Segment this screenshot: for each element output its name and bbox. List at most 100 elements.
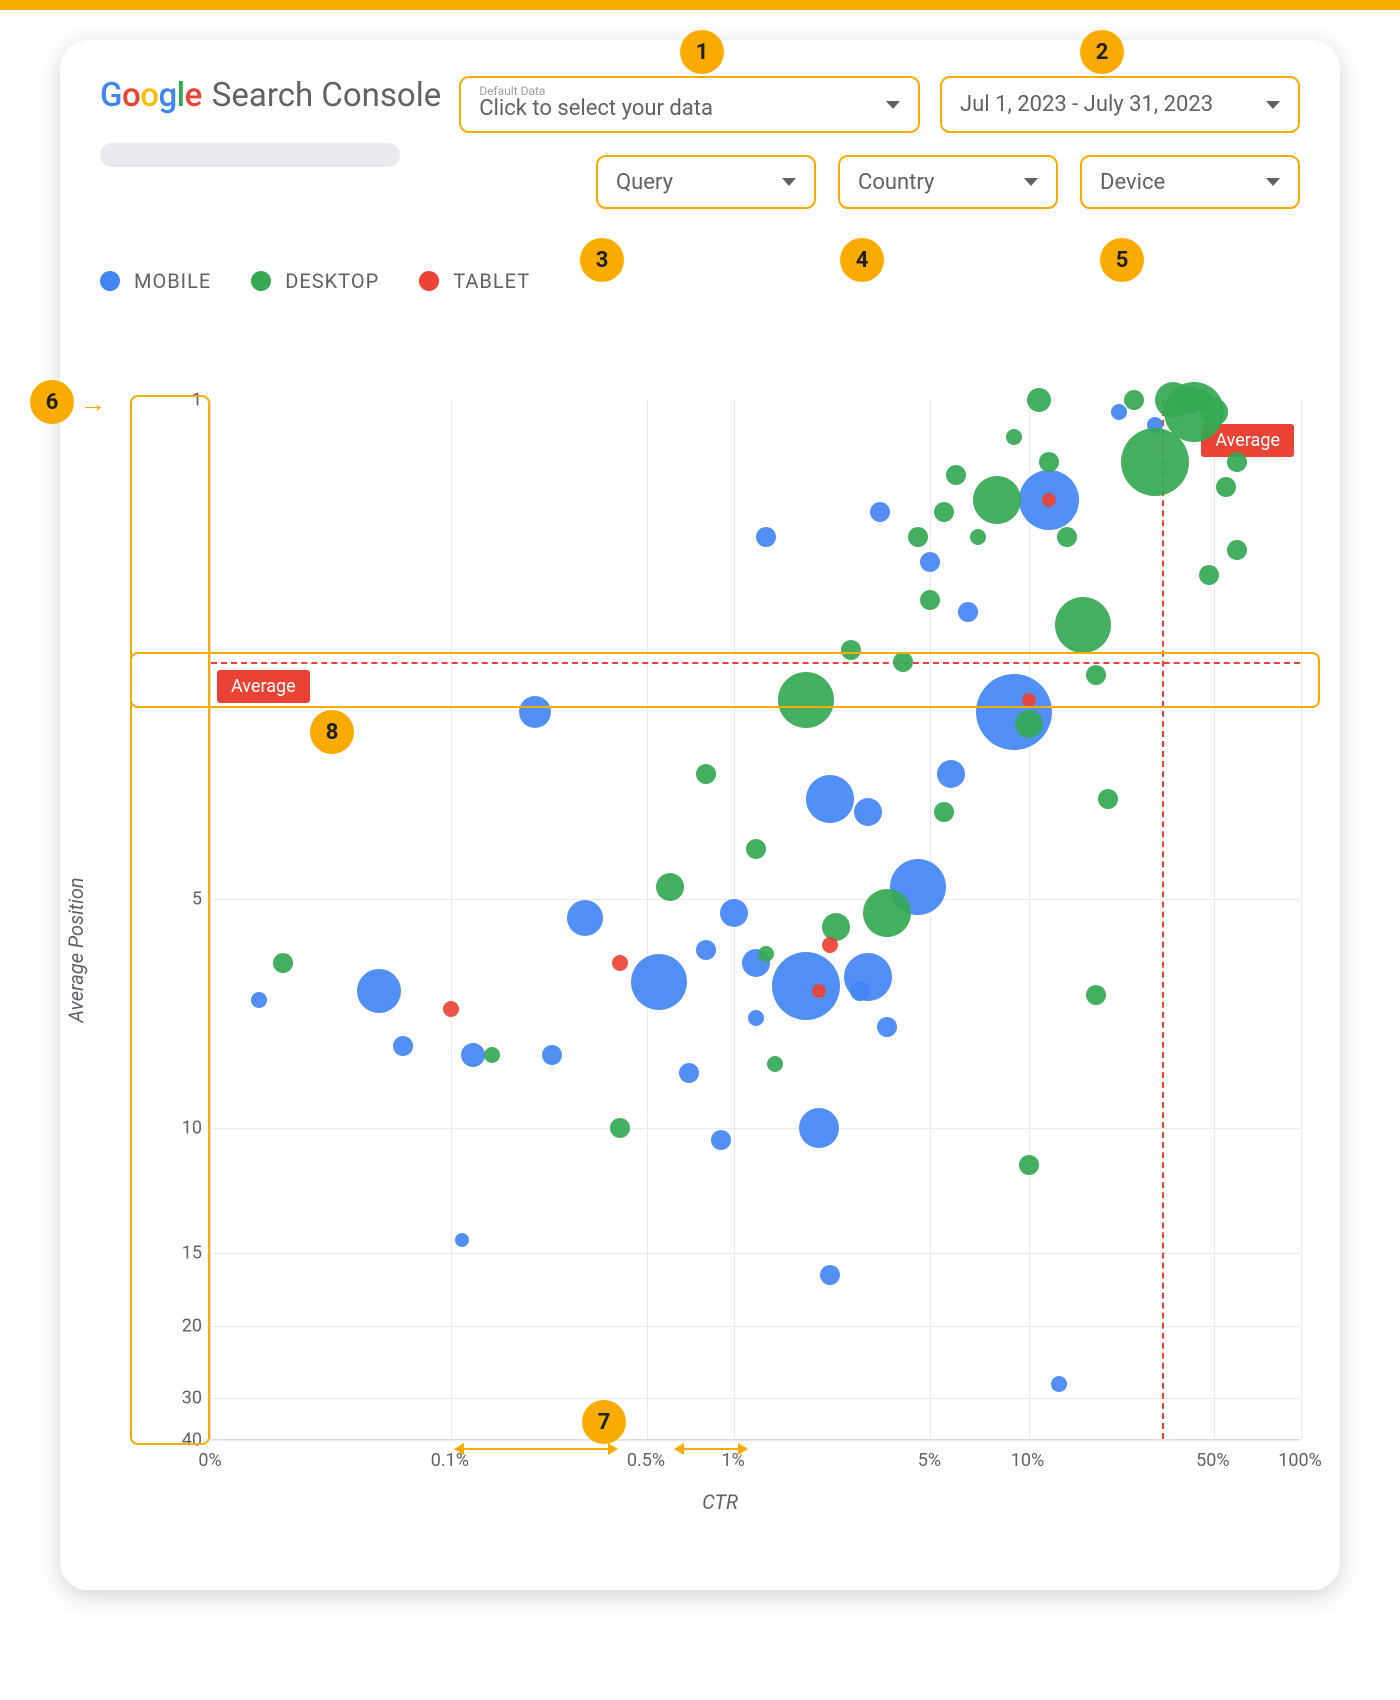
bubble-desktop[interactable] [1086, 665, 1106, 685]
callout-6: 6 [30, 380, 74, 424]
bubble-mobile[interactable] [844, 953, 892, 1001]
bubble-desktop[interactable] [484, 1047, 500, 1063]
bubble-desktop[interactable] [778, 672, 834, 728]
bubble-desktop[interactable] [822, 913, 850, 941]
bubble-mobile[interactable] [357, 969, 401, 1013]
bubble-mobile[interactable] [679, 1063, 699, 1083]
bubble-desktop[interactable] [273, 953, 293, 973]
bubble-desktop[interactable] [973, 476, 1021, 524]
bubble-mobile[interactable] [748, 1010, 764, 1026]
bubble-tablet[interactable] [822, 937, 838, 953]
report-card: Google Search Console Default Data Click… [60, 40, 1340, 1590]
bubble-desktop[interactable] [1086, 985, 1106, 1005]
avg-line-ctr [1162, 400, 1164, 1439]
bubble-desktop[interactable] [1200, 398, 1228, 426]
bubble-mobile[interactable] [958, 602, 978, 622]
callout-7-arrow-left [456, 1448, 616, 1450]
bubble-tablet[interactable] [812, 984, 826, 998]
bubble-mobile[interactable] [1051, 1376, 1067, 1392]
bubble-mobile[interactable] [799, 1108, 839, 1148]
date-range-label: Jul 1, 2023 - July 31, 2023 [960, 92, 1213, 117]
bubble-desktop[interactable] [1216, 477, 1236, 497]
bubble-mobile[interactable] [461, 1043, 485, 1067]
date-range-dropdown[interactable]: Jul 1, 2023 - July 31, 2023 [940, 76, 1300, 133]
bubble-desktop[interactable] [970, 529, 986, 545]
bubble-mobile[interactable] [854, 798, 882, 826]
bubble-desktop[interactable] [1227, 540, 1247, 560]
legend-item-mobile: MOBILE [100, 269, 211, 293]
legend-item-tablet: TABLET [419, 269, 530, 293]
callout-7: 7 [582, 1400, 626, 1444]
bubble-tablet[interactable] [1042, 493, 1056, 507]
bubble-desktop[interactable] [1039, 452, 1059, 472]
country-label: Country [858, 170, 934, 195]
bubble-mobile[interactable] [772, 952, 840, 1020]
bubble-desktop[interactable] [1006, 429, 1022, 445]
bubble-mobile[interactable] [542, 1045, 562, 1065]
google-logo: Google [100, 76, 202, 115]
bubble-desktop[interactable] [908, 527, 928, 547]
bubble-desktop[interactable] [610, 1118, 630, 1138]
x-tick: 50% [1196, 1450, 1229, 1471]
bubble-mobile[interactable] [920, 552, 940, 572]
bubble-mobile[interactable] [393, 1036, 413, 1056]
bubble-desktop[interactable] [934, 502, 954, 522]
bubble-desktop[interactable] [758, 946, 774, 962]
device-dropdown[interactable]: Device [1080, 155, 1300, 209]
bubble-desktop[interactable] [920, 590, 940, 610]
legend-label-tablet: TABLET [453, 269, 530, 293]
top-accent-bar [0, 0, 1400, 10]
bubble-mobile[interactable] [696, 940, 716, 960]
bubble-desktop[interactable] [946, 465, 966, 485]
gridline-h [211, 1128, 1300, 1129]
bubble-desktop[interactable] [767, 1056, 783, 1072]
bubble-desktop[interactable] [746, 839, 766, 859]
bubble-mobile[interactable] [631, 954, 687, 1010]
bubble-mobile[interactable] [937, 760, 965, 788]
bubble-desktop[interactable] [1015, 710, 1043, 738]
product-name: Search Console [212, 76, 441, 115]
bubble-mobile[interactable] [877, 1017, 897, 1037]
bubble-mobile[interactable] [251, 992, 267, 1008]
bubble-desktop[interactable] [1098, 789, 1118, 809]
bubble-desktop[interactable] [1027, 388, 1051, 412]
bubble-desktop[interactable] [863, 889, 911, 937]
x-tick: 10% [1011, 1450, 1044, 1471]
bubble-desktop[interactable] [1055, 597, 1111, 653]
bubble-desktop[interactable] [841, 640, 861, 660]
x-tick: 0% [198, 1450, 221, 1471]
country-dropdown[interactable]: Country [838, 155, 1058, 209]
bubble-desktop[interactable] [656, 873, 684, 901]
legend-item-desktop: DESKTOP [251, 269, 379, 293]
bubble-desktop[interactable] [1057, 527, 1077, 547]
bubble-desktop[interactable] [696, 764, 716, 784]
bubble-desktop[interactable] [934, 802, 954, 822]
bubble-tablet[interactable] [1022, 693, 1036, 707]
bubble-mobile[interactable] [870, 502, 890, 522]
plot-area[interactable]: AverageAverage [210, 400, 1300, 1440]
bubble-mobile[interactable] [720, 899, 748, 927]
query-dropdown[interactable]: Query [596, 155, 816, 209]
bubble-mobile[interactable] [519, 696, 551, 728]
bubble-mobile[interactable] [820, 1265, 840, 1285]
x-axis-label: CTR [702, 1490, 738, 1514]
data-selector-dropdown[interactable]: Default Data Click to select your data [459, 76, 920, 133]
bubble-mobile[interactable] [1111, 404, 1127, 420]
gridline-v [1029, 400, 1030, 1439]
bubble-mobile[interactable] [976, 674, 1052, 750]
bubble-desktop[interactable] [1124, 390, 1144, 410]
bubble-tablet[interactable] [443, 1001, 459, 1017]
bubble-mobile[interactable] [806, 775, 854, 823]
bubble-desktop[interactable] [893, 652, 913, 672]
bubble-desktop[interactable] [1019, 1155, 1039, 1175]
bubble-desktop[interactable] [1199, 565, 1219, 585]
y-tick: 20 [152, 1315, 202, 1336]
callout-3: 3 [580, 238, 624, 282]
bubble-mobile[interactable] [711, 1130, 731, 1150]
bubble-mobile[interactable] [455, 1233, 469, 1247]
legend-dot-mobile [100, 271, 120, 291]
bubble-mobile[interactable] [567, 900, 603, 936]
bubble-desktop[interactable] [1227, 452, 1247, 472]
bubble-tablet[interactable] [612, 955, 628, 971]
bubble-mobile[interactable] [756, 527, 776, 547]
